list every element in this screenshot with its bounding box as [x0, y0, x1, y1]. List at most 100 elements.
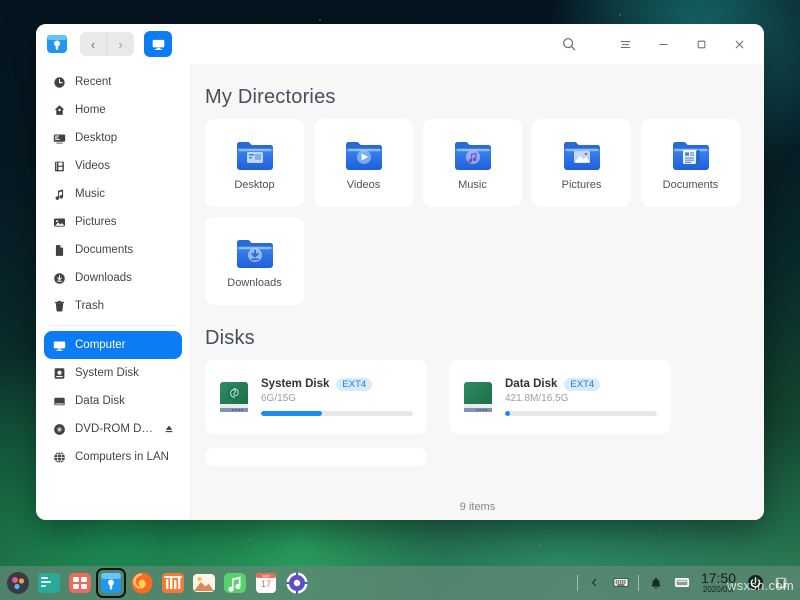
directory-card-pictures[interactable]: Pictures — [532, 119, 631, 207]
directory-card-music[interactable]: Music — [423, 119, 522, 207]
folder-documents-icon — [668, 135, 714, 175]
sidebar-item-dvd-rom-drive[interactable]: DVD-ROM Drive — [44, 415, 182, 443]
disk-usage-bar — [261, 411, 413, 416]
settings-icon[interactable] — [285, 571, 309, 595]
directory-label: Music — [458, 179, 487, 191]
image-viewer-icon[interactable] — [192, 571, 216, 595]
desktop-icon — [52, 131, 66, 145]
image-icon — [52, 215, 66, 229]
display-icon[interactable] — [673, 574, 691, 592]
bell-icon[interactable] — [647, 574, 665, 592]
directory-card-desktop[interactable]: Desktop — [205, 119, 304, 207]
disk-card-data-disk[interactable]: Data Disk EXT4 421.8M/16.5G — [449, 360, 671, 434]
directory-label: Documents — [663, 179, 719, 191]
app-store-icon[interactable] — [68, 571, 92, 595]
eject-icon[interactable] — [164, 424, 174, 434]
sidebar-item-label: Data Disk — [75, 395, 125, 407]
sidebar-item-computer[interactable]: Computer — [44, 331, 182, 359]
taskbar-dock: SEP17 — [6, 571, 309, 595]
disks-heading: Disks — [205, 327, 764, 350]
directory-card-videos[interactable]: Videos — [314, 119, 413, 207]
sidebar-item-label: Documents — [75, 244, 133, 256]
firefox-icon[interactable] — [130, 571, 154, 595]
network-icon — [52, 450, 66, 464]
disk-card-system-disk[interactable]: System Disk EXT4 6G/15G — [205, 360, 427, 434]
directory-label: Desktop — [234, 179, 274, 191]
music-player-icon[interactable] — [223, 571, 247, 595]
disk-card-partial[interactable] — [205, 448, 427, 466]
close-icon[interactable] — [720, 24, 758, 64]
disk-usage-bar — [505, 411, 657, 416]
disks-list-overflow — [191, 448, 764, 466]
disk-name-row: System Disk EXT4 — [261, 378, 413, 392]
power-icon[interactable] — [746, 574, 764, 592]
data-disk-icon — [52, 394, 66, 408]
directory-card-downloads[interactable]: Downloads — [205, 217, 304, 305]
sidebar-item-label: System Disk — [75, 367, 139, 379]
clock[interactable]: 17:50 2020/09/ — [699, 571, 738, 594]
sidebar-item-computers-in-lan[interactable]: Computers in LAN — [44, 443, 182, 471]
file-manager-window: ‹ › — [36, 24, 764, 520]
file-manager-icon — [44, 31, 70, 57]
disk-name-row: Data Disk EXT4 — [505, 378, 657, 392]
file-manager-icon[interactable] — [99, 571, 123, 595]
launcher-icon[interactable] — [6, 571, 30, 595]
disk-name: System Disk — [261, 378, 329, 390]
video-icon — [52, 159, 66, 173]
hdd-data-icon — [463, 380, 493, 414]
tray-separator-2 — [638, 575, 639, 591]
computer-icon — [52, 338, 66, 352]
status-bar: 9 items — [191, 494, 764, 520]
document-icon — [52, 243, 66, 257]
sidebar-item-desktop[interactable]: Desktop — [44, 124, 182, 152]
computer-view-icon[interactable] — [144, 31, 172, 57]
sidebar: RecentHome Desktop VideosMusicPictures Docu… — [36, 64, 191, 520]
sidebar-item-label: Downloads — [75, 272, 132, 284]
navigation-buttons: ‹ › — [80, 32, 134, 56]
disks-list: System Disk EXT4 6G/15G Data Disk EXT4 — [191, 360, 764, 434]
sidebar-item-label: Desktop — [75, 132, 117, 144]
svg-text:17: 17 — [261, 579, 271, 589]
keyboard-icon[interactable] — [612, 574, 630, 592]
software-center-icon[interactable] — [161, 571, 185, 595]
maximize-icon[interactable] — [682, 24, 720, 64]
disk-usage-text: 6G/15G — [261, 393, 413, 404]
sidebar-item-system-disk[interactable]: System Disk — [44, 359, 182, 387]
back-button[interactable]: ‹ — [80, 32, 107, 56]
chevron-left-icon[interactable] — [586, 574, 604, 592]
sidebar-item-trash[interactable]: Trash — [44, 292, 182, 320]
clock-time: 17:50 — [701, 571, 736, 586]
home-icon — [52, 103, 66, 117]
terminal-icon[interactable] — [37, 571, 61, 595]
clock-icon — [52, 75, 66, 89]
svg-text:SEP: SEP — [262, 573, 270, 578]
hamburger-menu-icon[interactable] — [606, 24, 644, 64]
directory-card-documents[interactable]: Documents — [641, 119, 740, 207]
sidebar-item-label: DVD-ROM Drive — [75, 423, 155, 435]
calendar-icon[interactable]: SEP17 — [254, 571, 278, 595]
search-icon[interactable] — [550, 24, 588, 64]
sidebar-item-music[interactable]: Music — [44, 180, 182, 208]
titlebar-left: ‹ › — [44, 31, 172, 57]
system-tray: 17:50 2020/09/ — [577, 571, 794, 594]
minimize-icon[interactable] — [644, 24, 682, 64]
trash-tray-icon[interactable] — [772, 574, 790, 592]
clock-date: 2020/09/ — [701, 586, 736, 594]
system-disk-icon — [52, 366, 66, 380]
disk-usage-text: 421.8M/16.5G — [505, 393, 657, 404]
tray-separator — [577, 575, 578, 591]
filesystem-badge: EXT4 — [564, 378, 600, 392]
sidebar-item-recent[interactable]: Recent — [44, 68, 182, 96]
sidebar-item-documents[interactable]: Documents — [44, 236, 182, 264]
folder-music-icon — [450, 135, 496, 175]
sidebar-item-data-disk[interactable]: Data Disk — [44, 387, 182, 415]
folder-pictures-icon — [559, 135, 605, 175]
folder-desktop-icon — [232, 135, 278, 175]
sidebar-item-home[interactable]: Home — [44, 96, 182, 124]
sidebar-item-downloads[interactable]: Downloads — [44, 264, 182, 292]
sidebar-item-pictures[interactable]: Pictures — [44, 208, 182, 236]
content-scroll-area[interactable]: My Directories Desktop Videos — [191, 64, 764, 494]
directory-label: Videos — [347, 179, 380, 191]
forward-button[interactable]: › — [107, 32, 134, 56]
sidebar-item-videos[interactable]: Videos — [44, 152, 182, 180]
